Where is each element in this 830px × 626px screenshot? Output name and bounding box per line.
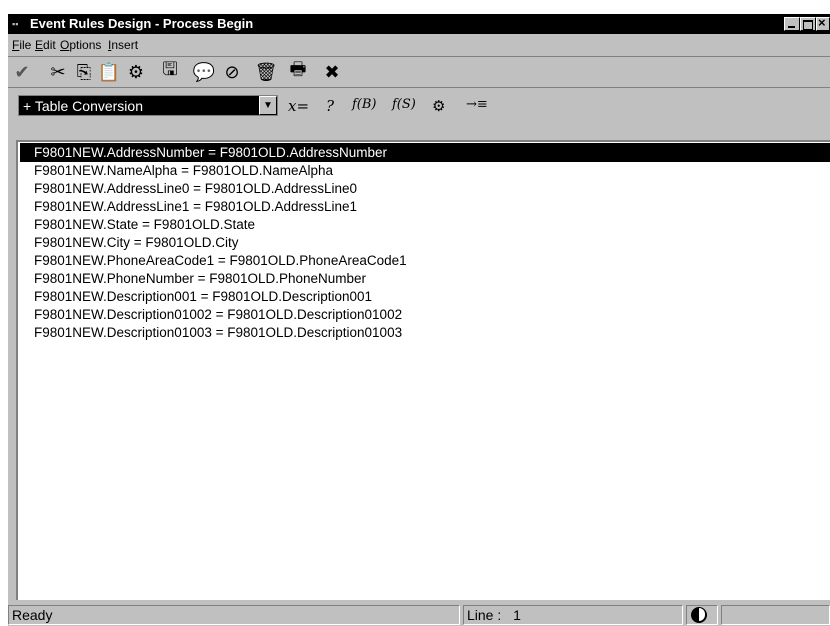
- cancel-icon[interactable]: ⊘: [220, 61, 244, 83]
- event-rules-editor[interactable]: F9801NEW.AddressNumber = F9801OLD.Addres…: [16, 140, 830, 600]
- checkmark-icon[interactable]: ✔: [10, 61, 34, 83]
- line-label: Line :: [467, 607, 502, 623]
- rule-line[interactable]: F9801NEW.City = F9801OLD.City: [20, 233, 238, 252]
- business-function-icon[interactable]: f(B): [352, 97, 377, 117]
- menu-edit[interactable]: Edit: [35, 38, 56, 52]
- title-bar[interactable]: ▪▪ Event Rules Design - Process Begin ×: [8, 14, 830, 34]
- globe-panel: [686, 605, 718, 625]
- comment-icon[interactable]: 💬: [192, 61, 216, 83]
- rule-line[interactable]: F9801NEW.AddressLine0 = F9801OLD.Address…: [20, 179, 357, 198]
- status-extra-panel: [721, 605, 830, 625]
- rule-line[interactable]: F9801NEW.AddressLine1 = F9801OLD.Address…: [20, 197, 357, 216]
- line-indicator: Line : 1: [463, 605, 683, 625]
- menu-file[interactable]: File: [12, 38, 31, 52]
- event-rules-window: ▪▪ Event Rules Design - Process Begin × …: [8, 14, 830, 626]
- event-combo-value: + Table Conversion: [23, 98, 143, 114]
- rule-line[interactable]: F9801NEW.Description01003 = F9801OLD.Des…: [20, 323, 402, 342]
- variables-icon[interactable]: ⚙: [432, 97, 445, 117]
- scissors-icon[interactable]: ✂: [46, 61, 70, 83]
- minimize-icon: [788, 26, 795, 28]
- system-function-icon[interactable]: f(S): [392, 97, 416, 117]
- assist-bar: + Table Conversion ▼ x= ? f(B) f(S) ⚙ →≡: [8, 89, 830, 125]
- close-x-icon[interactable]: ✖: [320, 61, 344, 83]
- insert-line-icon[interactable]: →≡: [466, 97, 488, 117]
- status-text: Ready: [8, 605, 460, 625]
- rule-line[interactable]: F9801NEW.Description01002 = F9801OLD.Des…: [20, 305, 402, 324]
- rule-line[interactable]: F9801NEW.Description001 = F9801OLD.Descr…: [20, 287, 372, 306]
- save-icon[interactable]: 🖫: [158, 59, 182, 83]
- menu-options[interactable]: Options: [60, 38, 101, 52]
- app-icon[interactable]: ▪▪: [12, 18, 30, 30]
- maximize-icon: [803, 20, 813, 30]
- minimize-button[interactable]: [784, 17, 800, 31]
- paste-icon[interactable]: 📋: [97, 61, 121, 83]
- menu-insert[interactable]: Insert: [108, 38, 138, 52]
- assign-icon[interactable]: x=: [288, 97, 309, 117]
- help-icon[interactable]: ?: [326, 97, 334, 117]
- toolbar: ✔ ✂ ⎘ 📋 ⚙ 🖫 💬 ⊘ 🗑 🖶 ✖: [8, 57, 830, 88]
- status-bar: Ready Line : 1: [8, 602, 830, 626]
- chevron-down-icon[interactable]: ▼: [259, 96, 277, 115]
- rule-line[interactable]: F9801NEW.PhoneNumber = F9801OLD.PhoneNum…: [20, 269, 366, 288]
- window-title: Event Rules Design - Process Begin: [30, 16, 254, 31]
- maximize-button[interactable]: [800, 17, 816, 31]
- rule-line[interactable]: F9801NEW.State = F9801OLD.State: [20, 215, 255, 234]
- close-icon: ×: [818, 15, 826, 30]
- copy-icon[interactable]: ⎘: [72, 61, 96, 83]
- trash-icon[interactable]: 🗑: [254, 61, 278, 83]
- menu-bar: File Edit Options Insert: [8, 34, 830, 57]
- close-button[interactable]: ×: [816, 15, 830, 31]
- rule-line[interactable]: F9801NEW.NameAlpha = F9801OLD.NameAlpha: [20, 161, 333, 180]
- rule-line[interactable]: F9801NEW.PhoneAreaCode1 = F9801OLD.Phone…: [20, 251, 407, 270]
- print-icon[interactable]: 🖶: [286, 59, 310, 83]
- rule-line[interactable]: F9801NEW.AddressNumber = F9801OLD.Addres…: [20, 143, 830, 162]
- clipboard-icon[interactable]: ⚙: [124, 61, 148, 83]
- event-combo[interactable]: + Table Conversion ▼: [18, 95, 278, 116]
- line-value: 1: [513, 607, 521, 623]
